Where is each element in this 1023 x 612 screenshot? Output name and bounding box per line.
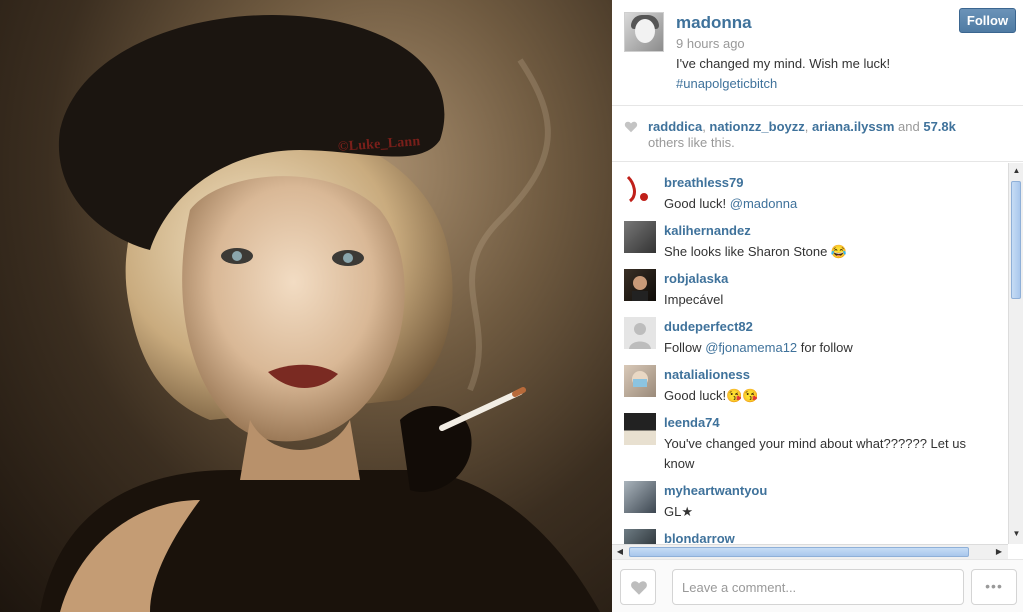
post-header: madonna 9 hours ago I've changed my mind…: [612, 0, 1023, 106]
commenter-username[interactable]: breathless79: [664, 175, 744, 190]
liker-link[interactable]: ariana.ilyssm: [812, 119, 894, 134]
commenter-username[interactable]: kalihernandez: [664, 223, 751, 238]
comment-text: Good luck!😘😘: [664, 388, 759, 403]
comment-text: Impecável: [664, 292, 724, 307]
commenter-avatar[interactable]: [624, 173, 656, 205]
commenter-username[interactable]: dudeperfect82: [664, 319, 753, 334]
likes-count[interactable]: 57.8k: [923, 119, 956, 134]
commenter-avatar[interactable]: [624, 413, 656, 445]
liker-link[interactable]: nationzz_boyzz: [709, 119, 804, 134]
scroll-left-arrow-icon[interactable]: ◀: [613, 545, 627, 559]
mention-link[interactable]: @fjonamema12: [705, 340, 797, 355]
comment-text: She looks like Sharon Stone 😂: [664, 244, 848, 259]
horizontal-scroll-thumb[interactable]: [629, 547, 969, 557]
commenter-avatar[interactable]: [624, 481, 656, 513]
author-username[interactable]: madonna: [676, 13, 752, 33]
heart-icon: [624, 121, 638, 133]
author-avatar[interactable]: [624, 12, 664, 52]
more-options-button[interactable]: •••: [971, 569, 1017, 605]
comment-text: GL★: [664, 504, 693, 519]
comments-list[interactable]: breathless79 Good luck! @madonna kaliher…: [612, 163, 1008, 544]
mention-link[interactable]: @madonna: [730, 196, 797, 211]
caption-hashtag[interactable]: #unapolgeticbitch: [676, 76, 777, 91]
scroll-right-arrow-icon[interactable]: ▶: [992, 545, 1006, 559]
comments-vertical-scrollbar[interactable]: ▲ ▼: [1008, 163, 1023, 544]
commenter-username[interactable]: myheartwantyou: [664, 483, 767, 498]
likes-tail: others like this.: [648, 135, 735, 150]
commenter-username[interactable]: blondarrow: [664, 531, 735, 544]
comment-input[interactable]: [672, 569, 964, 605]
scroll-down-arrow-icon[interactable]: ▼: [1010, 527, 1023, 541]
follow-button[interactable]: Follow: [959, 8, 1016, 33]
heart-icon: [631, 581, 647, 595]
likes-and: and: [898, 119, 920, 134]
comment-text: Good luck! @madonna: [664, 196, 798, 211]
more-dots-icon: •••: [985, 578, 1003, 594]
scroll-up-arrow-icon[interactable]: ▲: [1010, 164, 1023, 178]
liker-link[interactable]: radddica: [648, 119, 702, 134]
commenter-avatar[interactable]: [624, 269, 656, 301]
commenter-avatar[interactable]: [624, 529, 656, 544]
post-details-panel: madonna 9 hours ago I've changed my mind…: [612, 0, 1023, 612]
post-caption: I've changed my mind. Wish me luck!: [676, 56, 891, 71]
commenter-avatar[interactable]: [624, 317, 656, 349]
comment-footer: •••: [612, 559, 1023, 612]
likers-line: radddica, nationzz_boyzz, ariana.ilyssm …: [648, 119, 956, 134]
commenter-username[interactable]: robjalaska: [664, 271, 728, 286]
post-timestamp: 9 hours ago: [676, 36, 745, 51]
post-photo[interactable]: ©Luke_Lann: [0, 0, 612, 612]
commenter-avatar[interactable]: [624, 365, 656, 397]
comment-text: Follow @fjonamema12 for follow: [664, 340, 853, 355]
commenter-avatar[interactable]: [624, 221, 656, 253]
portrait-illustration: [40, 14, 600, 612]
comments-horizontal-scrollbar[interactable]: ◀ ▶: [612, 544, 1008, 559]
vertical-scroll-thumb[interactable]: [1011, 181, 1021, 299]
comment-text: You've changed your mind about what?????…: [664, 436, 966, 471]
likes-summary: radddica, nationzz_boyzz, ariana.ilyssm …: [612, 106, 1023, 162]
commenter-username[interactable]: natalialioness: [664, 367, 750, 382]
commenter-username[interactable]: leenda74: [664, 415, 720, 430]
like-button[interactable]: [620, 569, 656, 605]
